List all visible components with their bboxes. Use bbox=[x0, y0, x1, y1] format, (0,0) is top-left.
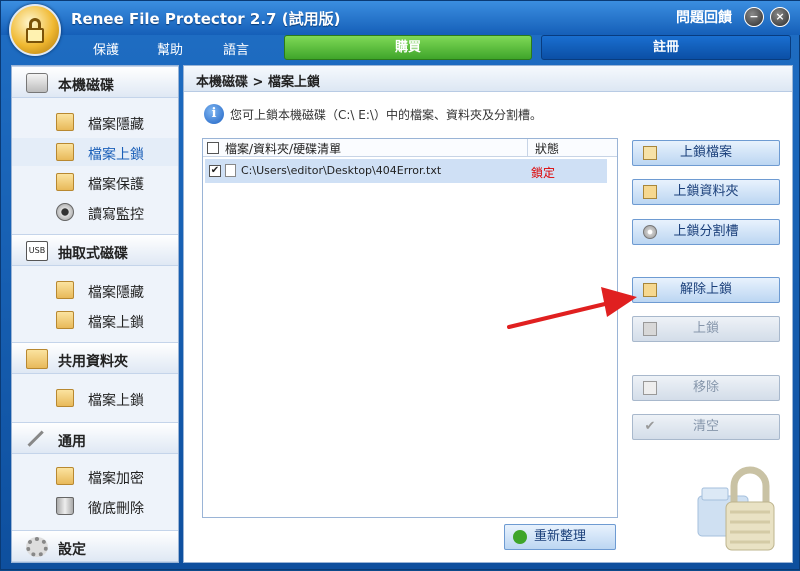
sidebar-item-label: 檔案上鎖 bbox=[88, 315, 144, 331]
button-label: 重新整理 bbox=[533, 529, 586, 544]
encrypt-file-icon bbox=[56, 467, 74, 485]
lock-folder-icon bbox=[56, 311, 74, 329]
section-shared-folder[interactable]: 共用資料夾 bbox=[12, 342, 178, 374]
reorganize-button[interactable]: 重新整理 bbox=[504, 524, 616, 550]
sidebar-item-label: 檔案加密 bbox=[88, 471, 144, 487]
sidebar-item-shred[interactable]: 徹底刪除 bbox=[12, 492, 178, 520]
button-label: 清空 bbox=[692, 419, 719, 434]
sidebar-item-label: 讀寫監控 bbox=[88, 207, 144, 223]
app-title: Renee File Protector 2.7 (試用版) bbox=[71, 10, 341, 28]
lock-partition-button[interactable]: 上鎖分割槽 bbox=[632, 219, 780, 245]
button-label: 解除上鎖 bbox=[679, 282, 732, 297]
status-locked: 鎖定 bbox=[531, 166, 556, 180]
remove-button[interactable]: 移除 bbox=[632, 375, 780, 401]
disc-icon bbox=[643, 225, 657, 239]
sidebar-item-label: 檔案隱藏 bbox=[88, 117, 144, 133]
menu-protect[interactable]: 保護 bbox=[93, 39, 119, 58]
clear-button[interactable]: ✔ 清空 bbox=[632, 414, 780, 440]
shared-folder-icon bbox=[26, 349, 48, 369]
main-panel: 本機磁碟 > 檔案上鎖 i 您可上鎖本機磁碟（C:\ E:\）中的檔案、資料夾及… bbox=[183, 65, 793, 563]
breadcrumb-text: 本機磁碟 > 檔案上鎖 bbox=[196, 75, 320, 90]
unlock-button[interactable]: 解除上鎖 bbox=[632, 277, 780, 303]
sidebar-item-label: 徹底刪除 bbox=[88, 501, 144, 517]
section-label: 設定 bbox=[58, 542, 86, 558]
button-label: 上鎖檔案 bbox=[679, 145, 732, 160]
tools-icon bbox=[27, 430, 45, 448]
sidebar-item-encrypt[interactable]: 檔案加密 bbox=[12, 462, 178, 490]
section-label: 通用 bbox=[58, 434, 86, 450]
section-label: 共用資料夾 bbox=[58, 354, 128, 370]
lock-button[interactable]: 上鎖 bbox=[632, 316, 780, 342]
app-logo-icon bbox=[9, 4, 61, 56]
unlock-icon bbox=[643, 283, 657, 297]
file-lock-icon bbox=[643, 146, 657, 160]
section-general[interactable]: 通用 bbox=[12, 422, 178, 454]
file-list[interactable]: 檔案/資料夾/硬碟清單 狀態 ✔ C:\Users\editor\Desktop… bbox=[202, 138, 618, 518]
sidebar-item-label: 檔案隱藏 bbox=[88, 285, 144, 301]
lock-folder-icon bbox=[56, 143, 74, 161]
sidebar-item-local-protect[interactable]: 檔案保護 bbox=[12, 168, 178, 196]
select-all-checkbox[interactable] bbox=[207, 142, 219, 154]
button-label: 移除 bbox=[692, 380, 719, 395]
button-label: 上鎖資料夾 bbox=[673, 184, 739, 199]
file-path: C:\Users\editor\Desktop\404Error.txt bbox=[241, 164, 442, 177]
minimize-button[interactable]: − bbox=[744, 7, 764, 27]
sidebar-item-label: 檔案上鎖 bbox=[88, 393, 144, 409]
check-clear-icon: ✔ bbox=[644, 419, 656, 434]
section-label: 抽取式磁碟 bbox=[58, 246, 128, 262]
menu-help[interactable]: 幫助 bbox=[157, 39, 183, 58]
lock-folder-button[interactable]: 上鎖資料夾 bbox=[632, 179, 780, 205]
menu-language[interactable]: 語言 bbox=[223, 39, 249, 58]
app-window: Renee File Protector 2.7 (試用版) 問題回饋 − × … bbox=[0, 0, 800, 570]
breadcrumb: 本機磁碟 > 檔案上鎖 bbox=[184, 66, 792, 92]
decorative-lock-icon bbox=[697, 466, 775, 551]
file-list-header: 檔案/資料夾/硬碟清單 狀態 bbox=[203, 139, 617, 157]
sidebar-item-label: 檔案保護 bbox=[88, 177, 144, 193]
column-divider[interactable] bbox=[527, 139, 528, 157]
buy-tab[interactable]: 購買 bbox=[284, 35, 532, 60]
section-local-disk[interactable]: 本機磁碟 bbox=[12, 66, 178, 98]
info-text: 您可上鎖本機磁碟（C:\ E:\）中的檔案、資料夾及分割槽。 bbox=[230, 108, 542, 122]
hide-folder-icon bbox=[56, 281, 74, 299]
sidebar: 本機磁碟 檔案隱藏 檔案上鎖 檔案保護 讀寫監控 USB 抽取式磁碟 檔案隱藏 bbox=[11, 65, 179, 563]
info-icon: i bbox=[204, 104, 224, 124]
protect-folder-icon bbox=[56, 173, 74, 191]
button-label: 上鎖 bbox=[692, 321, 719, 336]
close-button[interactable]: × bbox=[770, 7, 790, 27]
lock-icon bbox=[643, 322, 657, 336]
remove-file-icon bbox=[643, 381, 657, 395]
feedback-link[interactable]: 問題回饋 bbox=[676, 7, 732, 27]
monitor-icon bbox=[56, 203, 74, 221]
gear-icon bbox=[26, 537, 48, 557]
sidebar-item-removable-hide[interactable]: 檔案隱藏 bbox=[12, 276, 178, 304]
section-removable-disk[interactable]: USB 抽取式磁碟 bbox=[12, 234, 178, 266]
trash-icon bbox=[56, 497, 74, 515]
folder-lock-icon bbox=[643, 185, 657, 199]
hide-folder-icon bbox=[56, 113, 74, 131]
column-status[interactable]: 狀態 bbox=[535, 140, 559, 157]
row-checkbox[interactable]: ✔ bbox=[209, 165, 221, 177]
sidebar-item-label: 檔案上鎖 bbox=[88, 147, 144, 163]
sidebar-item-local-lock[interactable]: 檔案上鎖 bbox=[12, 138, 178, 166]
lock-file-button[interactable]: 上鎖檔案 bbox=[632, 140, 780, 166]
sidebar-item-local-hide[interactable]: 檔案隱藏 bbox=[12, 108, 178, 136]
section-label: 本機磁碟 bbox=[58, 78, 114, 94]
button-label: 上鎖分割槽 bbox=[673, 224, 739, 239]
sidebar-item-shared-lock[interactable]: 檔案上鎖 bbox=[12, 384, 178, 412]
sidebar-item-removable-lock[interactable]: 檔案上鎖 bbox=[12, 306, 178, 334]
close-icon: × bbox=[775, 10, 785, 23]
minimize-icon: − bbox=[749, 10, 759, 23]
refresh-icon bbox=[513, 530, 527, 544]
register-tab[interactable]: 註冊 bbox=[541, 35, 791, 60]
section-settings[interactable]: 設定 bbox=[12, 530, 178, 562]
text-file-icon bbox=[225, 164, 236, 177]
table-row[interactable]: ✔ C:\Users\editor\Desktop\404Error.txt 鎖… bbox=[205, 159, 607, 183]
menu-bar: 保護 幫助 語言 bbox=[63, 35, 283, 61]
hard-disk-icon bbox=[26, 73, 48, 93]
usb-drive-icon: USB bbox=[26, 241, 48, 261]
lock-folder-icon bbox=[56, 389, 74, 407]
sidebar-item-local-monitor[interactable]: 讀寫監控 bbox=[12, 198, 178, 226]
column-path[interactable]: 檔案/資料夾/硬碟清單 bbox=[225, 140, 341, 157]
